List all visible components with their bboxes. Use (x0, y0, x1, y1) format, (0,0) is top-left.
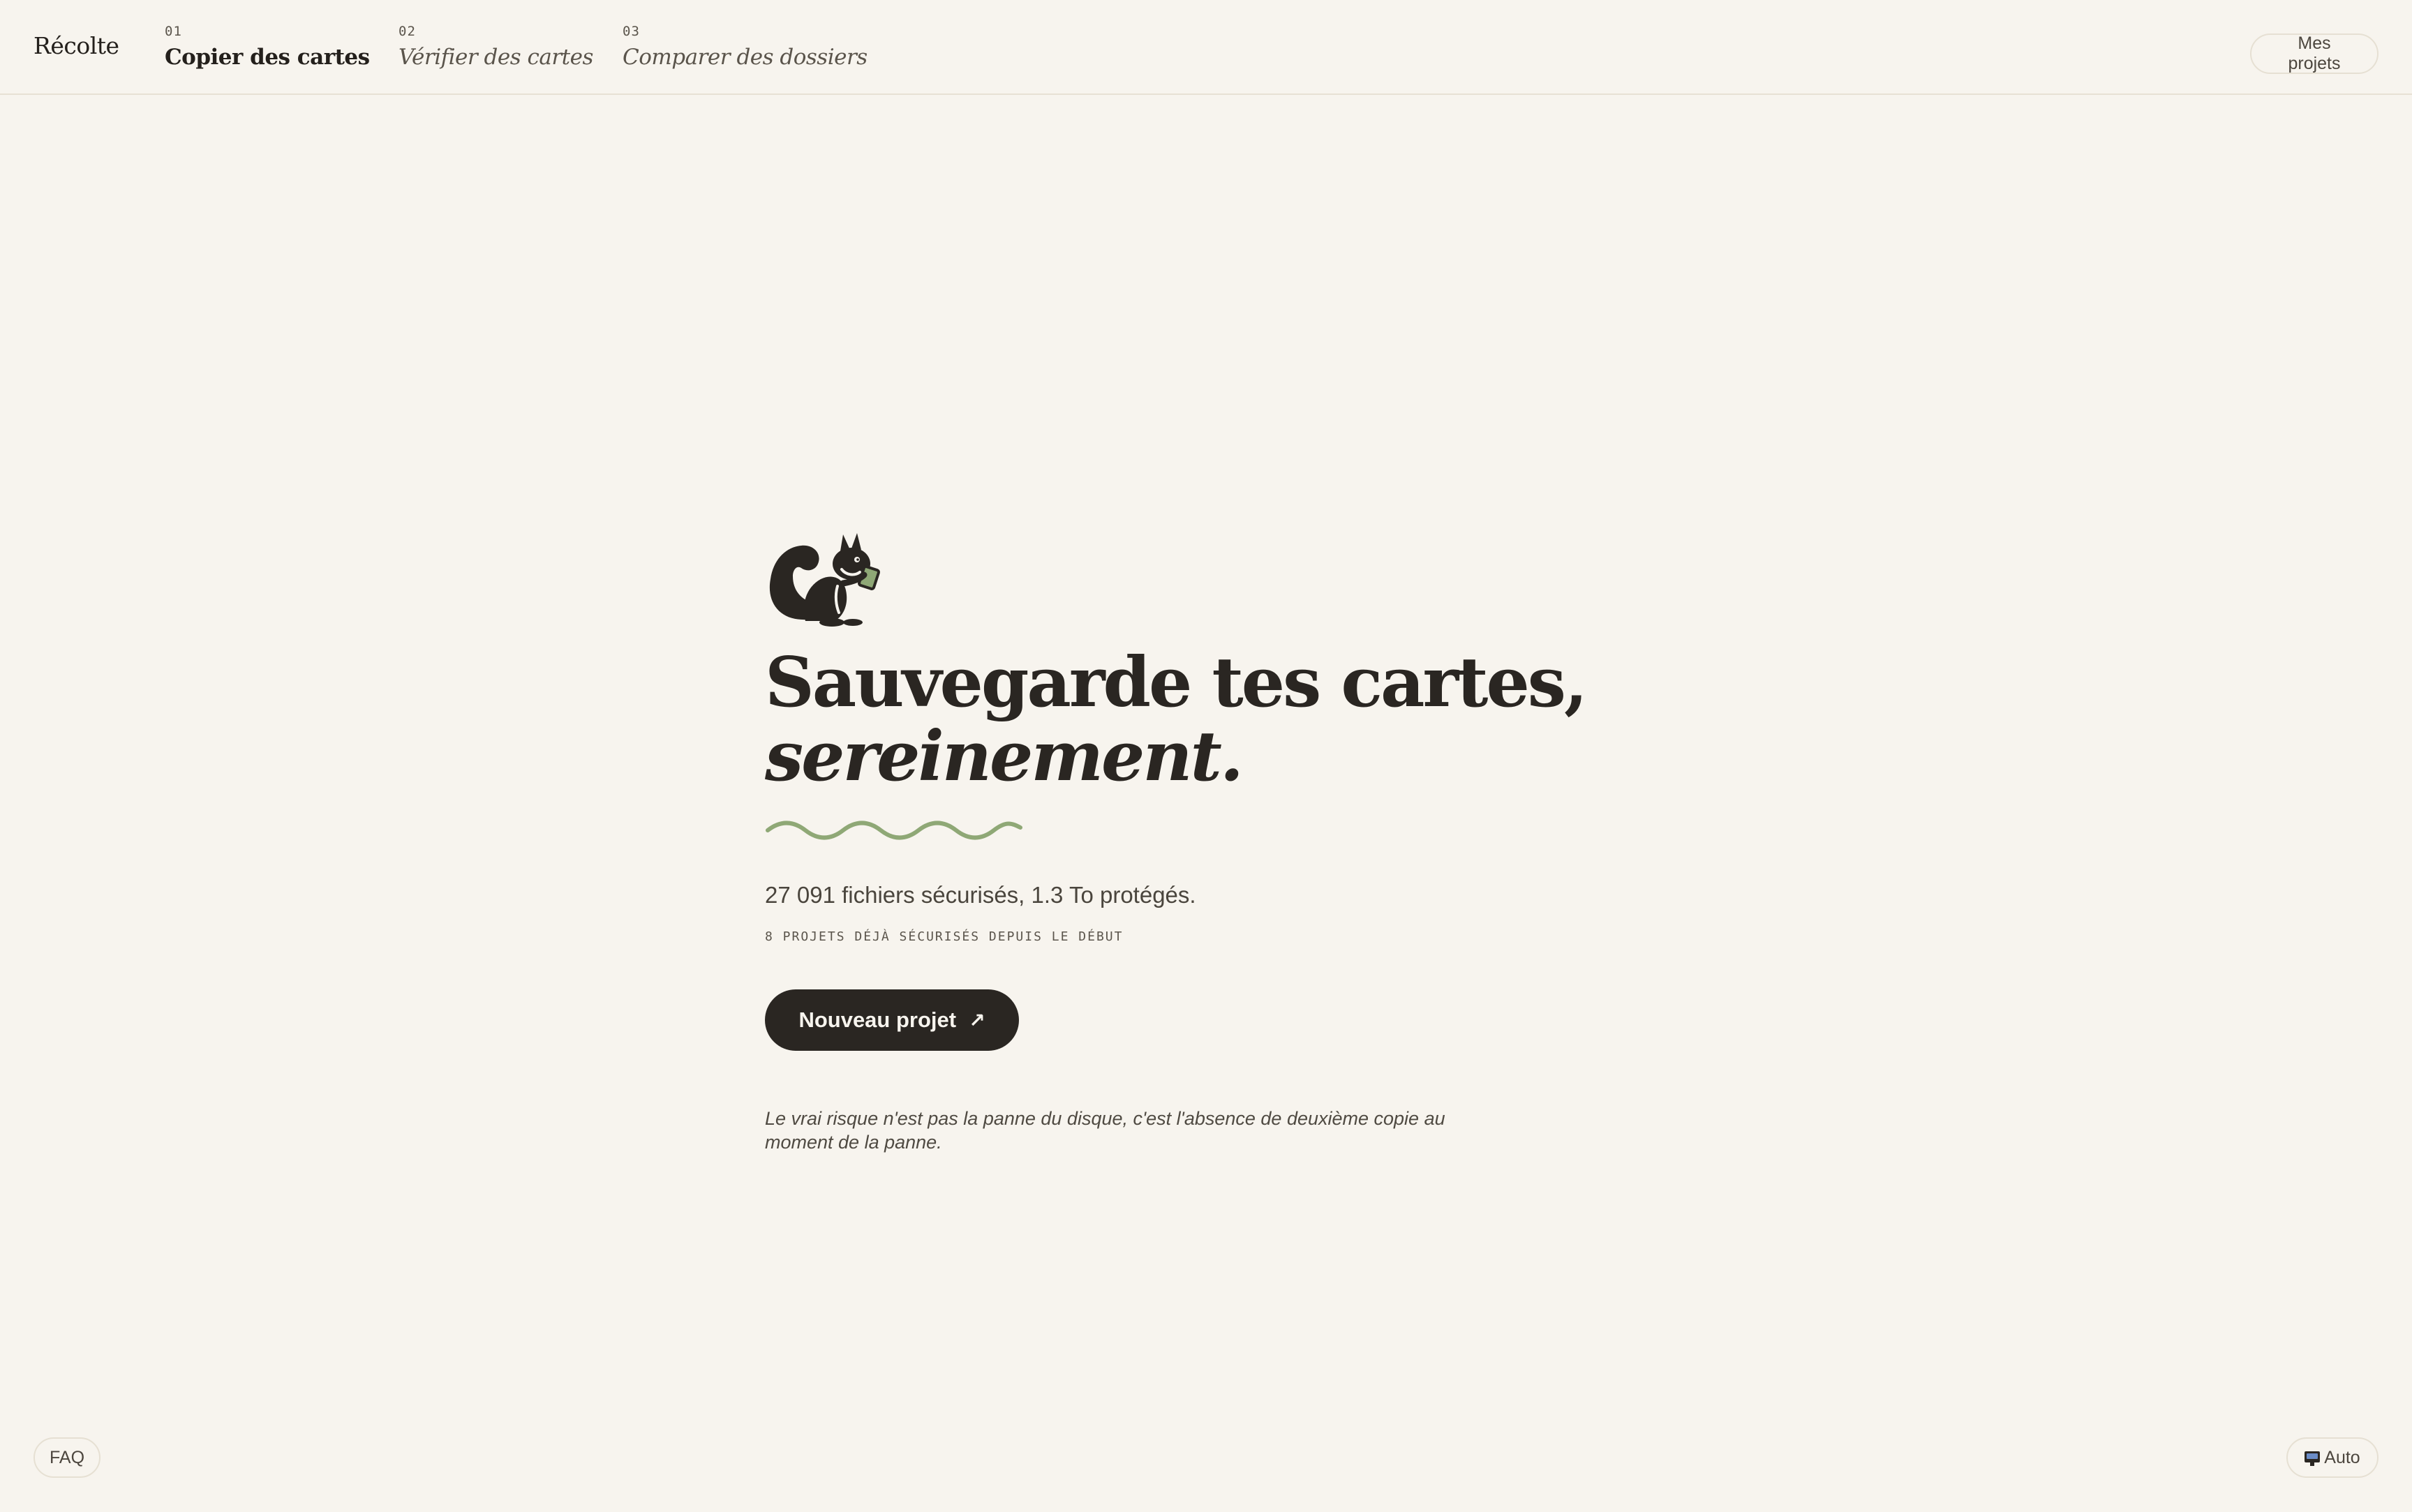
new-project-button[interactable]: Nouveau projet ↗ (765, 989, 1019, 1051)
top-bar: Récolte 01 Copier des cartes 02 Vérifier… (0, 0, 2412, 95)
theme-label: Auto (2324, 1447, 2360, 1467)
step-label: Copier des cartes (165, 45, 370, 70)
monitor-icon (2305, 1451, 2321, 1466)
step-copy-cards[interactable]: 01 Copier des cartes (165, 24, 370, 70)
step-number: 02 (399, 24, 416, 39)
hero-headline: Sauvegarde tes cartes, sereinement. (765, 643, 1588, 797)
step-compare-folders[interactable]: 03 Comparer des dossiers (623, 24, 868, 70)
hero-quote: Le vrai risque n'est pas la panne du dis… (765, 1108, 1445, 1153)
theme-toggle-button[interactable]: Auto (2286, 1437, 2378, 1478)
headline-line-1: Sauvegarde tes cartes, (765, 643, 1588, 723)
stats-summary: 27 091 fichiers sécurisés, 1.3 To protég… (765, 882, 1196, 908)
wave-divider (766, 821, 1022, 840)
brand-logo[interactable]: Récolte (34, 32, 119, 59)
headline-line-2: sereinement. (765, 717, 1244, 797)
new-project-label: Nouveau projet (798, 1008, 957, 1032)
squirrel-icon (769, 533, 881, 627)
faq-button[interactable]: FAQ (34, 1437, 100, 1478)
arrow-up-right-icon: ↗ (969, 1009, 985, 1031)
step-label: Vérifier des cartes (399, 45, 593, 70)
step-label: Comparer des dossiers (623, 45, 868, 70)
step-number: 01 (165, 24, 182, 39)
step-number: 03 (623, 24, 640, 39)
my-projects-button[interactable]: Mes projets (2250, 33, 2378, 74)
step-verify-cards[interactable]: 02 Vérifier des cartes (399, 24, 593, 70)
projects-caption: 8 PROJETS DÉJÀ SÉCURISÉS DEPUIS LE DÉBUT (765, 929, 1124, 944)
